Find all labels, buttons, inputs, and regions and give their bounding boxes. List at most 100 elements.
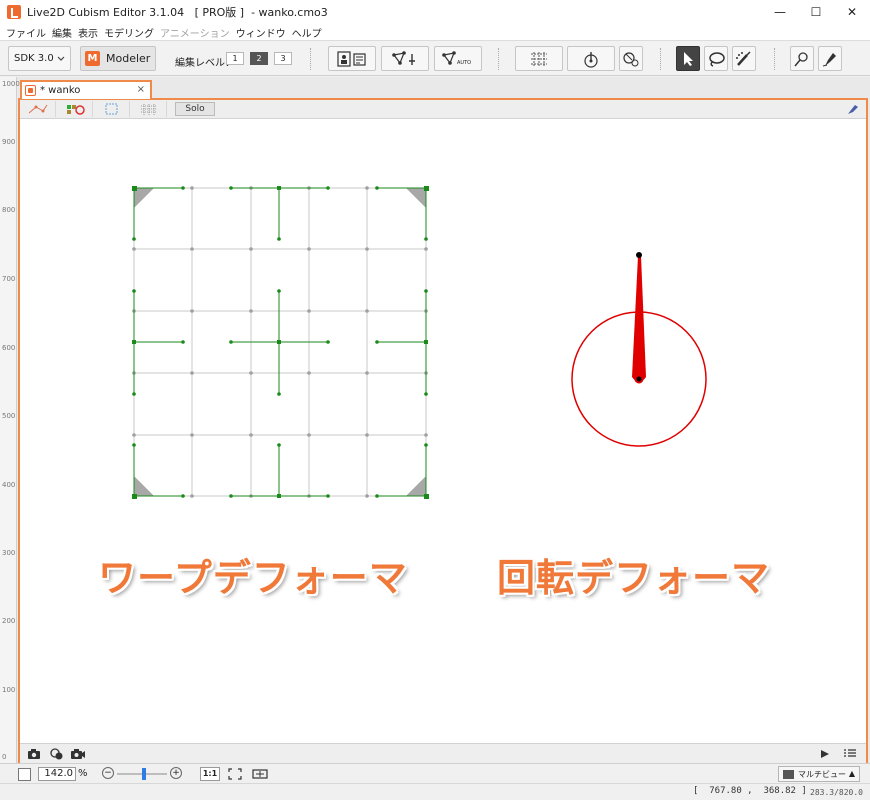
multi-view-icon xyxy=(783,769,794,779)
menu-edit[interactable]: 編集 xyxy=(49,25,75,40)
warp-deformer[interactable] xyxy=(132,186,429,499)
multi-view-label: マルチビュー xyxy=(798,769,846,779)
app-logo-icon xyxy=(7,5,21,19)
toolbar-separator xyxy=(774,48,775,70)
rotation-pivot-point[interactable] xyxy=(636,376,642,382)
sdk-version-value: SDK 3.0 xyxy=(14,53,54,64)
menu-modeling[interactable]: モデリング xyxy=(101,25,157,40)
bounds-display-icon xyxy=(105,103,117,115)
view-grid-toggle[interactable] xyxy=(131,101,167,117)
canvas-size-icon xyxy=(252,769,268,779)
fit-to-window-button[interactable] xyxy=(226,767,244,781)
texture-atlas-button[interactable] xyxy=(328,46,376,71)
screenshot-button[interactable] xyxy=(24,746,44,761)
lasso-icon xyxy=(709,51,725,67)
model-file-icon xyxy=(25,85,36,96)
edit-level-3-button[interactable]: 3 xyxy=(274,52,292,65)
solo-button[interactable]: Solo xyxy=(175,102,215,116)
canvas-size-button[interactable] xyxy=(251,767,269,781)
modeler-mode-button[interactable]: M Modeler xyxy=(80,46,156,71)
play-button[interactable] xyxy=(815,746,835,761)
ruler-tick: 700 xyxy=(2,275,16,283)
rotation-handle-tip[interactable] xyxy=(636,252,642,258)
status-bar: 142.0 % − + 1:1 マルチビュー ▲ xyxy=(0,763,870,783)
warp-deformer-button[interactable] xyxy=(515,46,563,71)
tab-close-button[interactable]: × xyxy=(137,84,145,95)
minimize-button[interactable]: — xyxy=(762,0,798,24)
zoom-unit-label: % xyxy=(78,768,88,779)
deformer-view[interactable] xyxy=(20,119,866,743)
rotation-handle-needle[interactable] xyxy=(632,256,646,382)
toolbar-separator xyxy=(660,48,661,70)
window-title: Live2D Cubism Editor 3.1.04 [ PRO版 ] - w… xyxy=(27,6,328,19)
model-canvas[interactable]: ワープデフォーマ 回転デフォーマ xyxy=(20,119,866,743)
mesh-edit-button[interactable] xyxy=(381,46,429,71)
video-capture-button[interactable] xyxy=(68,746,88,761)
zoom-out-button[interactable]: − xyxy=(102,767,114,779)
ruler-tick: 400 xyxy=(2,481,16,489)
ruler-tick: 100 xyxy=(2,686,16,694)
view-toolbar: Solo xyxy=(20,100,866,119)
pin-tool-button[interactable] xyxy=(790,46,814,71)
ruler-tick: 200 xyxy=(2,617,16,625)
capture-settings-button[interactable] xyxy=(47,746,67,761)
view-pen-button[interactable] xyxy=(842,101,864,117)
view-bounds-toggle[interactable] xyxy=(94,101,130,117)
ruler-tick: 800 xyxy=(2,206,16,214)
list-icon xyxy=(844,749,856,757)
multi-view-button[interactable]: マルチビュー ▲ xyxy=(778,766,860,782)
texture-atlas-icon xyxy=(337,50,366,67)
brush-select-tool[interactable] xyxy=(732,46,756,71)
mesh-edit-icon xyxy=(392,50,415,65)
arrow-select-tool[interactable] xyxy=(676,46,700,71)
zoom-input[interactable]: 142.0 xyxy=(38,767,76,781)
zoom-slider-thumb[interactable] xyxy=(142,768,146,780)
ruler-tick: 900 xyxy=(2,138,16,146)
pen-tool-button[interactable] xyxy=(818,46,842,71)
camera-icon xyxy=(28,749,40,759)
lasso-select-tool[interactable] xyxy=(704,46,728,71)
menu-help[interactable]: ヘルプ xyxy=(289,25,325,40)
ruler-tick: 300 xyxy=(2,549,16,557)
menu-animation[interactable]: アニメーション xyxy=(157,25,233,40)
glue-tool-button[interactable] xyxy=(619,46,643,71)
video-camera-icon xyxy=(71,749,85,759)
edit-level-1-button[interactable]: 1 xyxy=(226,52,244,65)
close-button[interactable]: ✕ xyxy=(834,0,870,24)
coordinates-bar: [ 767.80 , 368.82 ] 283.3/820.0 xyxy=(0,783,870,800)
cursor-coordinates: [ 767.80 , 368.82 ] xyxy=(693,786,807,796)
view-mesh-toggle[interactable] xyxy=(20,101,56,117)
toolbar-separator xyxy=(310,48,311,70)
list-view-button[interactable] xyxy=(840,746,860,761)
sdk-version-select[interactable]: SDK 3.0 xyxy=(8,46,71,71)
menu-window[interactable]: ウィンドウ xyxy=(233,25,289,40)
pen-small-icon xyxy=(848,105,858,114)
modeler-icon: M xyxy=(85,51,100,66)
maximize-button[interactable]: ☐ xyxy=(798,0,834,24)
auto-mesh-button[interactable]: AUTO xyxy=(434,46,482,71)
fit-view-checkbox[interactable] xyxy=(18,768,31,781)
view-bottom-bar xyxy=(20,743,866,763)
menu-view[interactable]: 表示 xyxy=(75,25,101,40)
edit-level-2-button[interactable]: 2 xyxy=(250,52,268,65)
document-tab[interactable]: * wanko × xyxy=(20,80,152,99)
actual-size-button[interactable]: 1:1 xyxy=(200,767,220,781)
menu-file[interactable]: ファイル xyxy=(3,25,49,40)
warp-deformer-icon xyxy=(531,51,547,66)
ruler-tick: 0 xyxy=(2,753,7,761)
view-parts-toggle[interactable] xyxy=(57,101,93,117)
pen-icon xyxy=(822,52,836,66)
zoom-in-button[interactable]: + xyxy=(170,767,182,779)
auto-label: AUTO xyxy=(457,60,472,66)
chevron-down-icon xyxy=(57,56,65,61)
toolbar-separator xyxy=(498,48,499,70)
menu-bar: ファイル 編集 表示 モデリング アニメーション ウィンドウ ヘルプ xyxy=(0,24,870,40)
brush-icon xyxy=(736,50,751,66)
scale-readout: 283.3/820.0 xyxy=(810,788,863,797)
rotation-deformer[interactable] xyxy=(571,252,707,447)
glue-icon xyxy=(623,51,639,66)
window-controls: — ☐ ✕ xyxy=(762,0,870,24)
ruler-tick: 500 xyxy=(2,412,16,420)
rotation-deformer-button[interactable] xyxy=(567,46,615,71)
rotation-deformer-icon xyxy=(584,51,598,68)
